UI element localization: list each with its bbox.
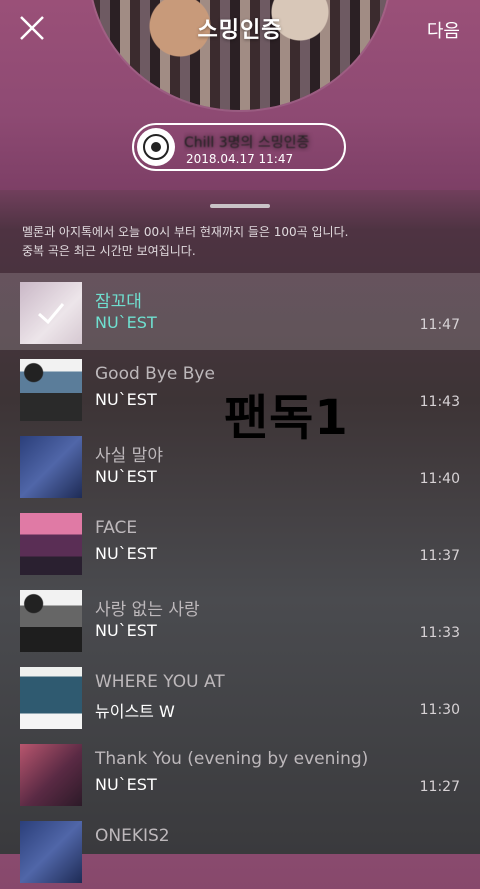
sheet-handle[interactable] xyxy=(210,204,270,208)
play-time: 11:40 xyxy=(419,471,460,487)
album-thumbnail xyxy=(20,436,82,498)
album-thumbnail xyxy=(20,744,82,806)
disc-icon xyxy=(137,128,175,166)
notice-line: 멜론과 아지톡에서 오늘 00시 부터 현재까지 들은 100곡 입니다. xyxy=(22,225,349,239)
song-title: ONEKIS2 xyxy=(95,826,170,846)
song-list: 잠꼬대 NU`EST 11:47 Good Bye Bye NU`EST 11:… xyxy=(0,273,480,889)
album-thumbnail xyxy=(20,821,82,883)
song-title: 사실 말야 xyxy=(95,446,163,466)
list-item[interactable]: Thank You (evening by evening) NU`EST 11… xyxy=(0,735,480,812)
next-button[interactable]: 다음 xyxy=(427,17,460,43)
streaming-badge[interactable]: Chill 3명의 스밍인증 2018.04.17 11:47 xyxy=(132,123,346,171)
play-time: 11:37 xyxy=(419,548,460,564)
song-artist: 뉴이스트 W xyxy=(95,702,175,721)
play-time: 11:43 xyxy=(419,394,460,410)
check-icon xyxy=(20,282,82,344)
album-thumbnail xyxy=(20,513,82,575)
song-title: 사랑 없는 사랑 xyxy=(95,600,200,620)
song-artist: NU`EST xyxy=(95,621,157,640)
song-title: Good Bye Bye xyxy=(95,364,215,384)
song-title: FACE xyxy=(95,518,138,538)
album-thumbnail xyxy=(20,667,82,729)
list-item[interactable]: 사랑 없는 사랑 NU`EST 11:33 xyxy=(0,581,480,658)
song-artist: NU`EST xyxy=(95,313,157,332)
list-item[interactable]: WHERE YOU AT 뉴이스트 W 11:30 xyxy=(0,658,480,735)
list-item[interactable]: FACE NU`EST 11:37 xyxy=(0,504,480,581)
song-artist: NU`EST xyxy=(95,775,157,794)
album-thumbnail xyxy=(20,282,82,344)
song-artist: NU`EST xyxy=(95,544,157,563)
notice-text: 멜론과 아지톡에서 오늘 00시 부터 현재까지 들은 100곡 입니다. 중복… xyxy=(22,223,462,261)
song-title: Thank You (evening by evening) xyxy=(95,749,369,769)
song-title: WHERE YOU AT xyxy=(95,672,225,692)
badge-date: 2018.04.17 11:47 xyxy=(186,152,294,166)
song-artist: NU`EST xyxy=(95,390,157,409)
album-thumbnail xyxy=(20,590,82,652)
song-title: 잠꼬대 xyxy=(95,292,142,312)
badge-title: Chill 3명의 스밍인증 xyxy=(184,135,310,151)
notice-line: 중복 곡은 최근 시간만 보여집니다. xyxy=(22,244,196,258)
play-time: 11:27 xyxy=(419,779,460,795)
play-time: 11:47 xyxy=(419,317,460,333)
album-thumbnail xyxy=(20,359,82,421)
page-title: 스밍인증 xyxy=(197,18,283,43)
list-item[interactable]: ONEKIS2 xyxy=(0,812,480,889)
watermark-text: 팬독1 xyxy=(224,390,349,446)
play-time: 11:30 xyxy=(419,702,460,718)
play-time: 11:33 xyxy=(419,625,460,641)
header: 스밍인증 다음 Chill 3명의 스밍인증 2018.04.17 11:47 xyxy=(0,0,480,190)
song-artist: NU`EST xyxy=(95,467,157,486)
list-item[interactable]: 잠꼬대 NU`EST 11:47 xyxy=(0,273,480,350)
